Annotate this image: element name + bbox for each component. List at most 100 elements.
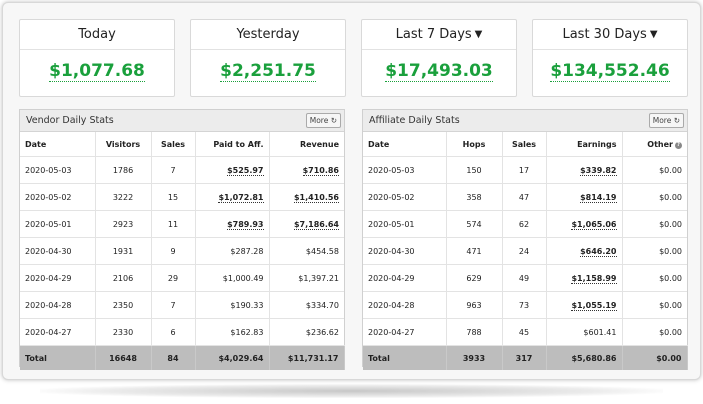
table-cell: 2020-05-03: [20, 156, 96, 184]
table-cell: 47: [502, 183, 547, 211]
table-cell: 2020-04-27: [20, 318, 96, 346]
table-cell: $1,072.81: [195, 183, 270, 211]
stat-card-last-7-days: Last 7 Days ▼ $17,493.03: [361, 19, 517, 97]
amount-link[interactable]: $1,055.19: [571, 300, 617, 311]
table-cell: $0.00: [622, 318, 687, 346]
amount-link[interactable]: $339.82: [580, 165, 617, 176]
stat-card-label: Last 7 Days: [395, 27, 472, 42]
table-cell: $710.86: [269, 156, 344, 184]
table-cell: $814.19: [546, 183, 623, 211]
more-button[interactable]: More ↻: [648, 113, 684, 128]
more-button[interactable]: More ↻: [305, 113, 341, 128]
table-cell: 3222: [95, 183, 152, 211]
table-cell: 471: [446, 237, 503, 265]
affiliate-stats-table: Date Hops Sales Earnings Other? 2020-05-…: [363, 132, 688, 370]
amount-link[interactable]: $710.86: [302, 165, 339, 176]
table-row: 2020-05-02 358 47 $814.19 $0.00: [363, 183, 687, 211]
table-cell: $0.00: [622, 237, 687, 265]
table-cell: 73: [502, 291, 547, 319]
table-cell: $1,000.49: [195, 264, 270, 292]
amount-link[interactable]: $1,158.99: [571, 273, 617, 284]
table-cell: 6: [151, 318, 196, 346]
column-header[interactable]: Other?: [622, 132, 687, 157]
total-cell: $5,680.86: [546, 345, 623, 370]
arrow-circle-icon: ↻: [330, 116, 337, 125]
amount-link[interactable]: $1,410.56: [293, 192, 339, 203]
table-row: 2020-04-29 2106 29 $1,000.49 $1,397.21: [20, 264, 344, 292]
table-cell: 2020-04-29: [363, 264, 447, 292]
period-dropdown[interactable]: Last 7 Days ▼: [362, 20, 516, 50]
column-header[interactable]: Sales: [502, 132, 547, 157]
stat-card-label: Last 30 Days: [562, 27, 647, 42]
table-row: 2020-04-28 963 73 $1,055.19 $0.00: [363, 291, 687, 319]
column-header[interactable]: Date: [363, 132, 447, 157]
stat-card-last-30-days: Last 30 Days ▼ $134,552.46: [532, 19, 688, 97]
table-cell: $236.62: [269, 318, 344, 346]
table-cell: 963: [446, 291, 503, 319]
table-cell: 1931: [95, 237, 152, 265]
vendor-stats-table: Date Visitors Sales Paid to Aff. Revenue…: [20, 132, 345, 370]
table-cell: 2020-04-27: [363, 318, 447, 346]
table-header-row: Date Hops Sales Earnings Other?: [363, 132, 687, 157]
total-row: Total 16648 84 $4,029.64 $11,731.17: [20, 345, 345, 370]
amount-link[interactable]: $814.19: [580, 192, 617, 203]
stat-card-yesterday: Yesterday $2,251.75: [190, 19, 346, 97]
table-cell: 150: [446, 156, 503, 184]
column-header[interactable]: Earnings: [546, 132, 623, 157]
amount-link[interactable]: $646.20: [580, 246, 617, 257]
chevron-down-icon: ▼: [474, 29, 483, 40]
amount-link[interactable]: $525.97: [227, 165, 264, 176]
table-cell: 2106: [95, 264, 152, 292]
table-cell: 62: [502, 210, 547, 238]
table-cell: 7: [151, 156, 196, 184]
total-cell: 3933: [446, 345, 503, 370]
table-row: 2020-04-30 1931 9 $287.28 $454.58: [20, 237, 344, 265]
table-row: 2020-04-30 471 24 $646.20 $0.00: [363, 237, 687, 265]
stat-card-label: Yesterday: [236, 27, 300, 42]
column-header[interactable]: Visitors: [95, 132, 152, 157]
total-cell: 317: [502, 345, 547, 370]
table-cell: $190.33: [195, 291, 270, 319]
amount-link[interactable]: $1,072.81: [218, 192, 264, 203]
total-cell: $4,029.64: [195, 345, 270, 370]
column-header[interactable]: Hops: [446, 132, 503, 157]
table-cell: 2020-05-03: [363, 156, 447, 184]
panel-title-text: Vendor Daily Stats: [26, 115, 114, 126]
table-cell: 2020-05-02: [363, 183, 447, 211]
more-button-label: More: [309, 116, 329, 125]
table-cell: 1786: [95, 156, 152, 184]
affiliate-daily-stats-panel: Affiliate Daily Stats More ↻ Date Hops S…: [362, 109, 688, 370]
column-header[interactable]: Date: [20, 132, 96, 157]
table-cell: $454.58: [269, 237, 344, 265]
table-row: 2020-05-01 574 62 $1,065.06 $0.00: [363, 210, 687, 238]
table-cell: $789.93: [195, 210, 270, 238]
stat-card-value: $1,077.68: [49, 61, 145, 82]
table-cell: 2020-04-29: [20, 264, 96, 292]
table-cell: $646.20: [546, 237, 623, 265]
table-row: 2020-05-03 150 17 $339.82 $0.00: [363, 156, 687, 184]
total-row: Total 3933 317 $5,680.86 $0.00: [363, 345, 688, 370]
total-cell: $11,731.17: [269, 345, 345, 370]
table-cell: 29: [151, 264, 196, 292]
column-header[interactable]: Revenue: [269, 132, 344, 157]
amount-link[interactable]: $789.93: [227, 219, 264, 230]
table-cell: 7: [151, 291, 196, 319]
table-header-row: Date Visitors Sales Paid to Aff. Revenue: [20, 132, 344, 157]
column-header[interactable]: Sales: [151, 132, 196, 157]
table-cell: $0.00: [622, 264, 687, 292]
table-cell: 2020-05-02: [20, 183, 96, 211]
column-header[interactable]: Paid to Aff.: [195, 132, 270, 157]
stat-card-header: Today: [20, 20, 174, 50]
table-cell: 574: [446, 210, 503, 238]
amount-link[interactable]: $7,186.64: [293, 219, 339, 230]
table-row: 2020-05-03 1786 7 $525.97 $710.86: [20, 156, 344, 184]
table-cell: $1,065.06: [546, 210, 623, 238]
period-dropdown[interactable]: Last 30 Days ▼: [533, 20, 687, 50]
amount-link[interactable]: $1,065.06: [571, 219, 617, 230]
table-row: 2020-05-01 2923 11 $789.93 $7,186.64: [20, 210, 344, 238]
total-cell: 84: [151, 345, 196, 370]
stat-card-value: $134,552.46: [550, 61, 670, 82]
table-cell: 15: [151, 183, 196, 211]
stat-card-value: $17,493.03: [385, 61, 493, 82]
help-icon[interactable]: ?: [675, 141, 682, 149]
